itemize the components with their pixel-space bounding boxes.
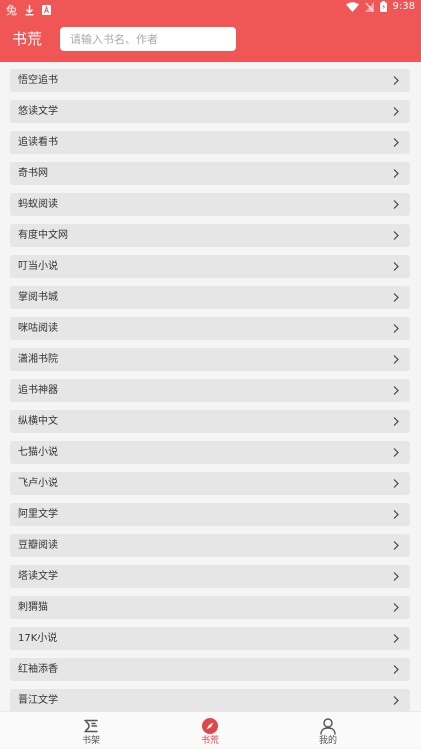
source-list-item[interactable]: 咪咕阅读 bbox=[10, 317, 410, 340]
chevron-right-icon bbox=[393, 262, 399, 271]
source-name: 红袖添香 bbox=[18, 664, 58, 675]
chevron-right-icon bbox=[393, 200, 399, 209]
source-list-item[interactable]: 叮当小说 bbox=[10, 255, 410, 278]
chevron-right-icon bbox=[393, 293, 399, 302]
source-list-item[interactable]: 17K小说 bbox=[10, 627, 410, 650]
source-name: 晋江文学 bbox=[18, 695, 58, 706]
status-bar-left: 兔 bbox=[6, 2, 51, 18]
chevron-right-icon bbox=[393, 417, 399, 426]
chevron-right-icon bbox=[393, 76, 399, 85]
source-list-item[interactable]: 阿里文学 bbox=[10, 503, 410, 526]
chevron-right-icon bbox=[393, 324, 399, 333]
bookshelf-icon bbox=[84, 719, 98, 733]
chevron-right-icon bbox=[393, 479, 399, 488]
chevron-right-icon bbox=[393, 448, 399, 457]
tab-bookshelf[interactable]: 书架 bbox=[51, 712, 131, 749]
source-list-item[interactable]: 奇书网 bbox=[10, 162, 410, 185]
source-list-item[interactable]: 七猫小说 bbox=[10, 441, 410, 464]
status-time: 9:38 bbox=[392, 1, 415, 12]
chevron-right-icon bbox=[393, 603, 399, 612]
source-name: 潇湘书院 bbox=[18, 354, 58, 365]
search-input[interactable] bbox=[60, 27, 236, 51]
chevron-right-icon bbox=[393, 138, 399, 147]
chevron-right-icon bbox=[393, 665, 399, 674]
chevron-right-icon bbox=[393, 107, 399, 116]
chevron-right-icon bbox=[393, 696, 399, 705]
source-list-item[interactable]: 悠读文学 bbox=[10, 100, 410, 123]
chevron-right-icon bbox=[393, 231, 399, 240]
tab-discover-label: 书荒 bbox=[200, 736, 219, 746]
source-list-item[interactable]: 豆瓣阅读 bbox=[10, 534, 410, 557]
wifi-icon bbox=[345, 1, 359, 12]
source-list-item[interactable]: 潇湘书院 bbox=[10, 348, 410, 371]
source-name: 追读看书 bbox=[18, 137, 58, 148]
source-list-item[interactable]: 追书神器 bbox=[10, 379, 410, 402]
source-list-item[interactable]: 塔读文学 bbox=[10, 565, 410, 588]
chevron-right-icon bbox=[393, 572, 399, 581]
source-list-item[interactable]: 纵横中文 bbox=[10, 410, 410, 433]
source-list-item[interactable]: 悟空追书 bbox=[10, 69, 410, 92]
tab-bookshelf-label: 书架 bbox=[81, 736, 100, 746]
source-name: 阿里文学 bbox=[18, 509, 58, 520]
source-list-item[interactable]: 有度中文网 bbox=[10, 224, 410, 247]
source-list-item[interactable]: 蚂蚁阅读 bbox=[10, 193, 410, 216]
source-name: 豆瓣阅读 bbox=[18, 540, 58, 551]
source-name: 17K小说 bbox=[18, 633, 58, 644]
source-list-item[interactable]: 红袖添香 bbox=[10, 658, 410, 681]
download-icon bbox=[25, 4, 34, 16]
status-bar: 兔 9:38 bbox=[0, 0, 421, 17]
source-name: 塔读文学 bbox=[18, 571, 58, 582]
source-list-item[interactable]: 晋江文学 bbox=[10, 689, 410, 712]
chevron-right-icon bbox=[393, 386, 399, 395]
tab-discover[interactable]: 书荒 bbox=[170, 712, 250, 749]
source-name: 掌阅书城 bbox=[18, 292, 58, 303]
source-list-item[interactable]: 飞卢小说 bbox=[10, 472, 410, 495]
source-list-item[interactable]: 掌阅书城 bbox=[10, 286, 410, 309]
source-name: 七猫小说 bbox=[18, 447, 58, 458]
source-name: 刺猬猫 bbox=[18, 602, 48, 613]
source-name: 悠读文学 bbox=[18, 106, 58, 117]
source-name: 飞卢小说 bbox=[18, 478, 58, 489]
battery-icon bbox=[379, 1, 387, 12]
app-notification-icon: 兔 bbox=[6, 4, 17, 17]
person-icon bbox=[320, 718, 336, 735]
status-bar-right: 9:38 bbox=[345, 1, 415, 12]
page-title: 书荒 bbox=[12, 30, 43, 48]
source-name: 奇书网 bbox=[18, 168, 48, 179]
text-notification-icon bbox=[42, 5, 51, 15]
chevron-right-icon bbox=[393, 634, 399, 643]
source-list-item[interactable]: 刺猬猫 bbox=[10, 596, 410, 619]
chevron-right-icon bbox=[393, 510, 399, 519]
compass-icon bbox=[202, 718, 218, 734]
tab-mine[interactable]: 我的 bbox=[288, 712, 368, 749]
source-list: 悟空追书悠读文学追读看书奇书网蚂蚁阅读有度中文网叮当小说掌阅书城咪咕阅读潇湘书院… bbox=[10, 69, 410, 720]
source-name: 纵横中文 bbox=[18, 416, 58, 427]
source-name: 有度中文网 bbox=[18, 230, 68, 241]
source-name: 咪咕阅读 bbox=[18, 323, 58, 334]
source-name: 追书神器 bbox=[18, 385, 58, 396]
chevron-right-icon bbox=[393, 355, 399, 364]
chevron-right-icon bbox=[393, 541, 399, 550]
bottom-tab-bar: 书架 书荒 我的 bbox=[0, 711, 421, 748]
source-name: 悟空追书 bbox=[18, 75, 58, 86]
no-signal-icon bbox=[364, 1, 374, 12]
source-name: 蚂蚁阅读 bbox=[18, 199, 58, 210]
source-name: 叮当小说 bbox=[18, 261, 58, 272]
source-list-item[interactable]: 追读看书 bbox=[10, 131, 410, 154]
chevron-right-icon bbox=[393, 169, 399, 178]
app-bar: 书荒 bbox=[0, 17, 421, 62]
tab-mine-label: 我的 bbox=[318, 736, 337, 746]
